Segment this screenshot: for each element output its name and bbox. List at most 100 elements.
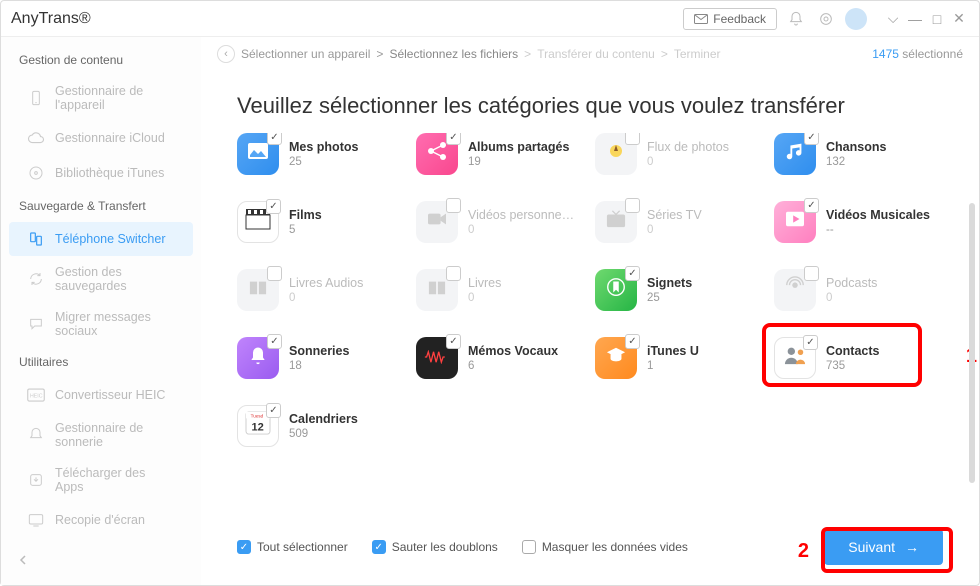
sidebar-item-social[interactable]: Migrer messages sociaux	[9, 302, 193, 346]
sidebar-item-heic[interactable]: HEIC Convertisseur HEIC	[9, 378, 193, 412]
category-tile[interactable]: ✓Contacts7351	[774, 337, 943, 379]
mail-icon	[694, 14, 708, 24]
bell-icon	[27, 426, 45, 444]
category-count: 0	[468, 292, 501, 304]
breadcrumb-back-button[interactable]: ‹	[217, 45, 235, 63]
minimize-button[interactable]: ―	[905, 9, 925, 29]
close-button[interactable]: ✕	[949, 9, 969, 29]
sidebar-item-device-manager[interactable]: Gestionnaire de l'appareil	[9, 76, 193, 120]
breadcrumb-step2[interactable]: Sélectionnez les fichiers	[389, 47, 518, 61]
category-checkbox-icon	[446, 266, 461, 281]
category-count: 0	[647, 156, 729, 168]
category-tile[interactable]: ✓iTunes U1	[595, 337, 764, 379]
category-icon: ✓	[416, 337, 458, 379]
footer-bar: ✓ Tout sélectionner ✓ Sauter les doublon…	[201, 513, 979, 585]
download-icon	[27, 471, 45, 489]
category-grid: ✓Mes photos25✓Albums partagés19Flux de p…	[237, 133, 943, 447]
sidebar-item-backup-mgr[interactable]: Gestion des sauvegardes	[9, 257, 193, 301]
category-tile[interactable]: ✓Signets25	[595, 269, 764, 311]
category-title: Livres	[468, 276, 501, 290]
maximize-button[interactable]: □	[927, 9, 947, 29]
main-panel: ‹ Sélectionner un appareil> Sélectionnez…	[201, 37, 979, 585]
category-tile[interactable]: ✓ Vidéos Musicales --	[774, 201, 943, 243]
category-tile[interactable]: ✓Albums partagés19	[416, 133, 585, 175]
category-tile[interactable]: Tuesd12✓Calendriers509	[237, 405, 406, 447]
category-count: 0	[826, 292, 877, 304]
category-count: 1	[647, 360, 699, 372]
category-count: 0	[468, 224, 574, 236]
select-all-checkbox[interactable]: ✓ Tout sélectionner	[237, 540, 348, 554]
sidebar-item-ringtone[interactable]: Gestionnaire de sonnerie	[9, 413, 193, 457]
svg-text:HEIC: HEIC	[30, 393, 43, 399]
category-title: Livres Audios	[289, 276, 363, 290]
category-count: 25	[289, 156, 358, 168]
category-count: 735	[826, 360, 879, 372]
category-tile[interactable]: Vidéos personne…0	[416, 201, 585, 243]
category-icon	[774, 269, 816, 311]
category-title: Flux de photos	[647, 140, 729, 154]
category-tile[interactable]: Livres Audios0	[237, 269, 406, 311]
category-tile[interactable]: Flux de photos 0	[595, 133, 764, 175]
scrollbar[interactable]	[969, 203, 975, 483]
collapse-sidebar-button[interactable]	[13, 549, 33, 575]
category-count: --	[826, 224, 930, 236]
selection-count: 1475 sélectionné	[872, 47, 963, 61]
annotation-number-2: 2	[798, 540, 809, 563]
category-count: 132	[826, 156, 886, 168]
switch-icon	[27, 230, 45, 248]
svg-text:Tuesd: Tuesd	[251, 413, 264, 418]
svg-text:12: 12	[252, 421, 264, 433]
category-icon: ✓	[416, 133, 458, 175]
category-icon: Tuesd12✓	[237, 405, 279, 447]
category-tile[interactable]: Podcasts0	[774, 269, 943, 311]
category-count: 18	[289, 360, 349, 372]
category-count: 0	[647, 224, 702, 236]
category-tile[interactable]: ✓Films5	[237, 201, 406, 243]
dropdown-icon[interactable]: ⌵	[883, 9, 903, 29]
category-icon	[595, 133, 637, 175]
category-title: Sonneries	[289, 344, 349, 358]
sidebar-item-phone-switcher[interactable]: Téléphone Switcher	[9, 222, 193, 256]
hide-empty-checkbox[interactable]: Masquer les données vides	[522, 540, 688, 554]
category-title: Calendriers	[289, 412, 358, 426]
sidebar: Gestion de contenu Gestionnaire de l'app…	[1, 37, 201, 585]
sidebar-item-itunes[interactable]: Bibliothèque iTunes	[9, 156, 193, 190]
category-icon	[416, 201, 458, 243]
sidebar-section-backup: Sauvegarde & Transfert	[1, 191, 201, 221]
category-tile[interactable]: ✓Mes photos25	[237, 133, 406, 175]
category-tile[interactable]: Livres 0	[416, 269, 585, 311]
category-tile[interactable]: ✓ Sonneries 18	[237, 337, 406, 379]
category-count: 5	[289, 224, 322, 236]
notification-icon[interactable]	[785, 8, 807, 30]
category-icon: ✓	[237, 201, 279, 243]
settings-icon-placeholder[interactable]	[815, 8, 837, 30]
category-count: 509	[289, 428, 358, 440]
cloud-icon	[27, 129, 45, 147]
category-checkbox-icon: ✓	[804, 133, 819, 145]
category-title: iTunes U	[647, 344, 699, 358]
category-checkbox-icon: ✓	[267, 133, 282, 145]
feedback-button[interactable]: Feedback	[683, 8, 777, 30]
sidebar-section-util: Utilitaires	[1, 347, 201, 377]
skip-duplicates-checkbox[interactable]: ✓ Sauter les doublons	[372, 540, 498, 554]
category-tile[interactable]: ✓Mémos Vocaux6	[416, 337, 585, 379]
next-button[interactable]: Suivant →	[824, 529, 943, 565]
sidebar-item-apps[interactable]: Télécharger des Apps	[9, 458, 193, 502]
category-icon	[595, 201, 637, 243]
category-title: Vidéos Musicales	[826, 208, 930, 222]
category-title: Albums partagés	[468, 140, 569, 154]
category-icon: ✓	[774, 201, 816, 243]
category-tile[interactable]: Séries TV0	[595, 201, 764, 243]
category-icon: ✓	[774, 133, 816, 175]
sidebar-item-mirror[interactable]: Recopie d'écran	[9, 503, 193, 537]
category-checkbox-icon: ✓	[267, 334, 282, 349]
category-tile[interactable]: ✓Chansons132	[774, 133, 943, 175]
user-avatar[interactable]	[845, 8, 867, 30]
sidebar-item-icloud[interactable]: Gestionnaire iCloud	[9, 121, 193, 155]
breadcrumb-step1[interactable]: Sélectionner un appareil	[241, 47, 370, 61]
category-checkbox-icon	[804, 266, 819, 281]
checkbox-icon	[522, 540, 536, 554]
device-icon	[27, 89, 45, 107]
breadcrumb-step3: Transférer du contenu	[537, 47, 655, 61]
refresh-icon	[27, 270, 45, 288]
